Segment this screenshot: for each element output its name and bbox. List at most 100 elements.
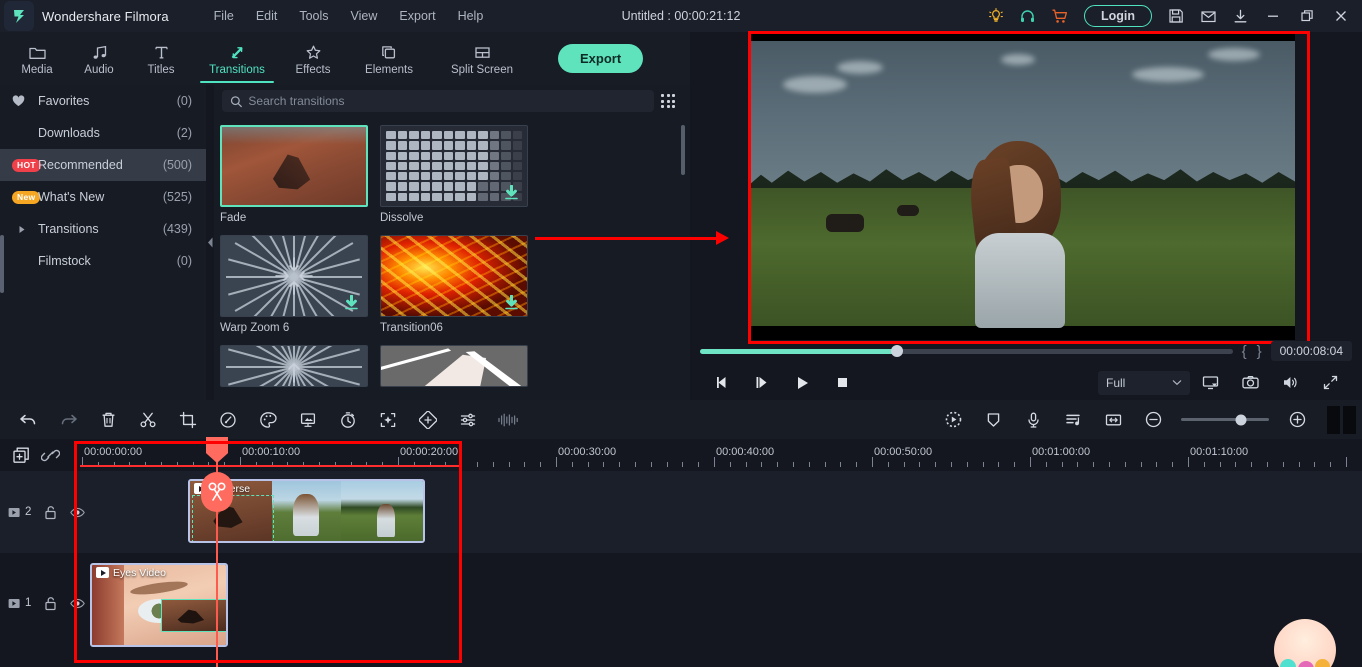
menu-help[interactable]: Help [447,5,495,27]
timeline-zoom-slider[interactable] [1181,414,1269,425]
transition-thumb-rays-up[interactable] [220,345,368,387]
redo-arrow-icon[interactable] [48,400,88,439]
scissors-icon[interactable] [128,400,168,439]
headset-support-icon[interactable] [1012,0,1044,32]
tab-split-screen[interactable]: Split Screen [434,32,530,85]
stopwatch-icon[interactable] [328,400,368,439]
tab-media[interactable]: Media [6,32,68,85]
sliders-icon[interactable] [448,400,488,439]
palette-icon[interactable] [248,400,288,439]
timeline-zoom-handle[interactable] [1235,414,1247,425]
mark-out-icon[interactable]: } [1256,343,1263,360]
stop-button[interactable] [822,368,862,398]
prev-frame-button[interactable] [702,368,742,398]
sidebar-item-downloads[interactable]: Downloads (2) [0,117,206,149]
monitor-icon[interactable] [1190,368,1230,398]
sidebar-item-recommended[interactable]: HOT Recommended (500) [0,149,206,181]
camera-icon[interactable] [1230,368,1270,398]
chroma-key-icon[interactable] [288,400,328,439]
mark-in-icon[interactable]: { [1241,343,1248,360]
transition-item-transition06[interactable]: Transition06 [380,235,528,334]
lightbulb-icon[interactable] [980,0,1012,32]
transition-thumb-transition06[interactable] [380,235,528,317]
transition-item-rays-up[interactable] [220,345,368,387]
transition-item-shards[interactable] [380,345,528,387]
timeline-view-toggle[interactable] [1327,405,1356,434]
undo-arrow-icon[interactable] [8,400,48,439]
download-icon[interactable] [504,295,519,312]
playhead-scissors-icon[interactable] [201,472,233,512]
timeline-clip-eyes-video[interactable]: Eyes Video [90,563,228,647]
tab-elements[interactable]: Elements [344,32,434,85]
shield-marker-icon[interactable] [973,400,1013,439]
download-icon[interactable] [1224,0,1256,32]
link-broken-icon[interactable] [41,447,60,464]
save-floppy-icon[interactable] [1160,0,1192,32]
ruler-label: 00:00:30:00 [558,446,617,458]
trash-icon[interactable] [88,400,128,439]
menu-edit[interactable]: Edit [245,5,289,27]
transition-item-warp-zoom-6[interactable]: Warp Zoom 6 [220,235,368,334]
sidebar-item-whats-new[interactable]: New What's New (525) [0,181,206,213]
panel-collapse-handle[interactable] [206,85,214,400]
export-button[interactable]: Export [558,44,644,73]
preview-quality-select[interactable]: Full [1098,370,1190,395]
expand-diagonal-icon[interactable] [1310,368,1350,398]
menu-view[interactable]: View [340,5,389,27]
preview-progress-bar[interactable] [700,345,1233,357]
chevron-right-icon[interactable] [12,225,38,234]
search-input-wrapper[interactable] [222,90,654,112]
minus-circle-icon[interactable] [1133,400,1173,439]
menu-export[interactable]: Export [388,5,446,27]
microphone-icon[interactable] [1013,400,1053,439]
transition-thumb-warp-zoom-6[interactable] [220,235,368,317]
add-media-icon[interactable] [12,446,31,465]
close-icon[interactable] [1324,0,1358,32]
sidebar-item-filmstock[interactable]: Filmstock (0) [0,245,206,277]
shopping-cart-icon[interactable] [1044,0,1076,32]
restore-window-icon[interactable] [1290,0,1324,32]
category-scrollbar[interactable] [0,235,4,293]
tab-effects[interactable]: Effects [282,32,344,85]
speedometer-icon[interactable] [208,400,248,439]
transitions-scrollbar[interactable] [681,125,685,175]
eye-visible-icon[interactable] [70,507,86,518]
diamond-mask-icon[interactable] [408,400,448,439]
transition-item-dissolve[interactable]: Dissolve [380,125,528,224]
audio-mixer-icon[interactable] [1053,400,1093,439]
download-icon[interactable] [504,185,519,202]
eye-visible-icon[interactable] [70,598,86,609]
sidebar-item-favorites[interactable]: Favorites (0) [0,85,206,117]
transition-item-fade[interactable]: Fade [220,125,368,224]
preview-video-frame[interactable] [750,33,1295,340]
fit-width-icon[interactable] [1093,400,1133,439]
transition-thumb-shards[interactable] [380,345,528,387]
transition-thumb-fade[interactable] [220,125,368,207]
mail-envelope-icon[interactable] [1192,0,1224,32]
menu-file[interactable]: File [203,5,245,27]
video-track-icon [8,598,20,608]
tab-titles[interactable]: Titles [130,32,192,85]
ruler-label: 00:00:20:00 [400,446,459,458]
menu-tools[interactable]: Tools [288,5,339,27]
preview-progress-handle[interactable] [891,345,904,357]
tab-audio[interactable]: Audio [68,32,130,85]
search-input[interactable] [248,94,646,108]
login-button[interactable]: Login [1083,5,1152,27]
download-icon[interactable] [344,295,359,312]
speaker-icon[interactable] [1270,368,1310,398]
unlock-icon[interactable] [44,505,57,520]
unlock-icon[interactable] [44,596,57,611]
play-button[interactable] [782,368,822,398]
waveform-icon[interactable] [488,400,528,439]
render-dots-play-icon[interactable] [933,400,973,439]
sidebar-item-transitions[interactable]: Transitions (439) [0,213,206,245]
transition-thumb-dissolve[interactable] [380,125,528,207]
magic-frame-icon[interactable] [368,400,408,439]
crop-icon[interactable] [168,400,208,439]
minimize-icon[interactable] [1256,0,1290,32]
grid-view-icon[interactable] [654,94,682,108]
next-frame-button[interactable] [742,368,782,398]
tab-transitions[interactable]: Transitions [192,32,282,85]
plus-circle-icon[interactable] [1277,400,1317,439]
